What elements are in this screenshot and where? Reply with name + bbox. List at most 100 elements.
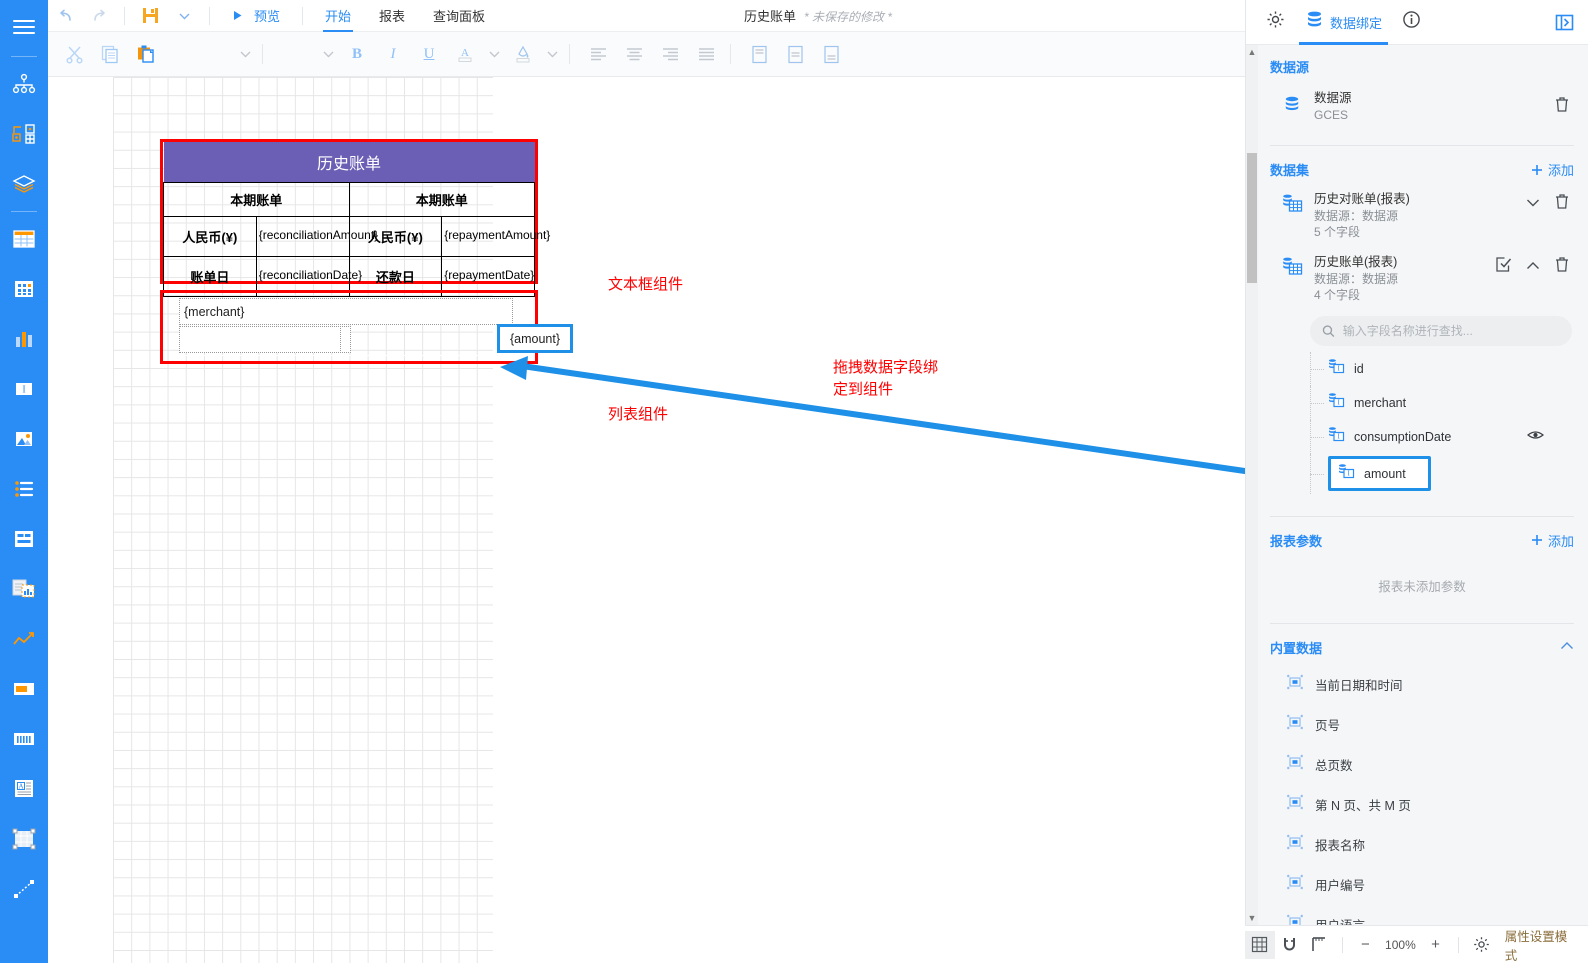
- builtin-item-report-name[interactable]: 报表名称: [1270, 825, 1574, 865]
- property-mode-label[interactable]: 属性设置模式: [1505, 926, 1574, 963]
- save-dropdown-icon[interactable]: [167, 0, 201, 32]
- container-icon[interactable]: [0, 514, 48, 564]
- valign-middle-icon[interactable]: [777, 36, 813, 72]
- builtin-section-header[interactable]: 内置数据: [1270, 638, 1574, 657]
- panel-collapse-icon[interactable]: [1555, 13, 1574, 37]
- menu-tab-start[interactable]: 开始: [311, 0, 365, 32]
- paste-icon[interactable]: [128, 36, 164, 72]
- undo-icon[interactable]: [48, 0, 82, 32]
- list-cell-spacer[interactable]: [179, 326, 341, 353]
- builtin-item-user-language[interactable]: 用户语言: [1270, 905, 1574, 925]
- subreport-icon[interactable]: [0, 564, 48, 614]
- trash-icon[interactable]: [1554, 256, 1570, 278]
- barcode-icon[interactable]: [0, 714, 48, 764]
- builtin-item-total-pages[interactable]: 总页数: [1270, 745, 1574, 785]
- font-family-caret-icon[interactable]: [234, 36, 256, 72]
- chart-icon[interactable]: [0, 314, 48, 364]
- zoom-out-button[interactable]: −: [1351, 931, 1381, 959]
- valign-bottom-icon[interactable]: [813, 36, 849, 72]
- align-center-icon[interactable]: [616, 36, 652, 72]
- trash-icon[interactable]: [1554, 193, 1570, 215]
- field-search-box[interactable]: [1310, 315, 1572, 346]
- right-scroll-thumb[interactable]: [1247, 153, 1257, 283]
- trash-icon[interactable]: [1554, 96, 1570, 118]
- bandedlist-icon[interactable]: [0, 664, 48, 714]
- report-title-cell[interactable]: 历史账单: [163, 142, 535, 182]
- row0-label-left[interactable]: 人民币(¥): [163, 215, 257, 257]
- textbox-component[interactable]: 历史账单 本期账单 本期账单 人民币(¥) {reconciliationAmo…: [160, 139, 550, 297]
- fill-color-caret-icon[interactable]: [541, 36, 563, 72]
- layers-icon[interactable]: [0, 159, 48, 209]
- eye-icon[interactable]: [1527, 428, 1544, 446]
- cut-icon[interactable]: [56, 36, 92, 72]
- align-justify-icon[interactable]: [688, 36, 724, 72]
- richtext-icon[interactable]: A: [0, 764, 48, 814]
- field-row-amount[interactable]: I amount: [1310, 453, 1574, 494]
- right-scroll-up-arrow[interactable]: ▲: [1247, 45, 1257, 59]
- list-icon[interactable]: [0, 464, 48, 514]
- list-cell-amount[interactable]: {amount}: [497, 324, 573, 353]
- tab-settings[interactable]: [1256, 0, 1295, 45]
- report-canvas[interactable]: 历史账单 本期账单 本期账单 人民币(¥) {reconciliationAmo…: [48, 77, 1245, 963]
- list-component[interactable]: {merchant} {consumptionDate} {amount}: [160, 290, 573, 364]
- align-right-icon[interactable]: [652, 36, 688, 72]
- save-icon[interactable]: [133, 0, 167, 32]
- dataset-item-1[interactable]: 历史账单(报表) 数据源：数据源 4 个字段: [1270, 244, 1574, 307]
- line-icon[interactable]: [0, 864, 48, 914]
- chevron-up-icon[interactable]: [1560, 638, 1574, 656]
- copy-icon[interactable]: [92, 36, 128, 72]
- gear-icon[interactable]: [1467, 931, 1497, 959]
- list-cell-merchant[interactable]: {merchant}: [179, 298, 513, 325]
- tab-data-binding[interactable]: 数据绑定: [1295, 0, 1392, 45]
- align-left-icon[interactable]: [580, 36, 616, 72]
- field-search-input[interactable]: [1342, 323, 1560, 338]
- period-header-right[interactable]: 本期账单: [348, 181, 535, 217]
- component-tree-icon[interactable]: [0, 109, 48, 159]
- menu-tab-report[interactable]: 报表: [365, 0, 419, 32]
- font-color-caret-icon[interactable]: [483, 36, 505, 72]
- zoom-in-button[interactable]: +: [1421, 931, 1451, 959]
- italic-button[interactable]: I: [375, 36, 411, 72]
- menu-tab-query-panel[interactable]: 查询面板: [419, 0, 499, 32]
- chevron-up-icon[interactable]: [1526, 258, 1540, 276]
- tab-info[interactable]: [1392, 0, 1431, 45]
- row0-field-right[interactable]: {repaymentAmount}: [441, 215, 550, 257]
- bold-button[interactable]: B: [339, 36, 375, 72]
- underline-button[interactable]: U: [411, 36, 447, 72]
- right-scroll-down-arrow[interactable]: ▼: [1247, 911, 1257, 925]
- period-header-left[interactable]: 本期账单: [163, 181, 350, 217]
- tablix-icon[interactable]: [0, 814, 48, 864]
- field-row-id[interactable]: I id: [1310, 351, 1574, 386]
- grid-icon[interactable]: [1244, 930, 1275, 959]
- builtin-item-page-n-of-m[interactable]: 第 N 页、共 M 页: [1270, 785, 1574, 825]
- field-row-consumptionDate[interactable]: I consumptionDate: [1310, 419, 1574, 454]
- table-icon[interactable]: [0, 214, 48, 264]
- right-panel-scrollbar[interactable]: ▲ ▼: [1246, 45, 1258, 925]
- row0-field-left[interactable]: {reconciliationAmount}: [255, 215, 378, 257]
- ruler-icon[interactable]: [1304, 931, 1334, 959]
- matrix-icon[interactable]: [0, 264, 48, 314]
- report-page[interactable]: 历史账单 本期账单 本期账单 人民币(¥) {reconciliationAmo…: [108, 77, 1231, 963]
- builtin-item-current-datetime[interactable]: 当前日期和时间: [1270, 665, 1574, 705]
- font-size-caret-icon[interactable]: [317, 36, 339, 72]
- field-row-merchant[interactable]: I merchant: [1310, 385, 1574, 420]
- textbox-icon[interactable]: I: [0, 364, 48, 414]
- image-icon[interactable]: [0, 414, 48, 464]
- edit-icon[interactable]: [1495, 256, 1512, 278]
- magnet-icon[interactable]: [1275, 931, 1305, 959]
- dataset-add-button[interactable]: 添加: [1531, 160, 1574, 179]
- builtin-item-page-number[interactable]: 页号: [1270, 705, 1574, 745]
- dataset-item-0[interactable]: 历史对账单(报表) 数据源：数据源 5 个字段: [1270, 183, 1574, 244]
- menu-icon[interactable]: [0, 0, 48, 54]
- font-color-icon[interactable]: A: [447, 36, 483, 72]
- structure-icon[interactable]: [0, 59, 48, 109]
- chevron-down-icon[interactable]: [1526, 195, 1540, 213]
- parameters-add-button[interactable]: 添加: [1531, 531, 1574, 550]
- datasource-item[interactable]: 数据源 GCES: [1270, 80, 1574, 133]
- redo-icon[interactable]: [82, 0, 116, 32]
- fill-color-icon[interactable]: [505, 36, 541, 72]
- builtin-item-user-id[interactable]: 用户编号: [1270, 865, 1574, 905]
- sparkline-icon[interactable]: [0, 614, 48, 664]
- preview-button[interactable]: 预览: [218, 0, 294, 32]
- valign-top-icon[interactable]: [741, 36, 777, 72]
